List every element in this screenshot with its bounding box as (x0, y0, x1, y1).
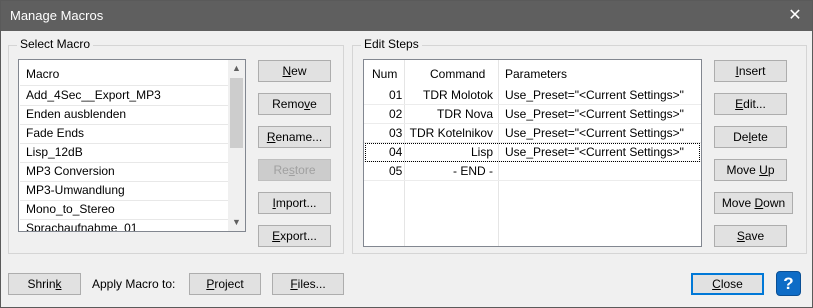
move-down-button[interactable]: Move Down (714, 192, 793, 214)
rename-button[interactable]: Rename... (258, 126, 331, 148)
list-item[interactable]: Add_4Sec__Export_MP3 (26, 86, 161, 105)
title-bar: Manage Macros ✕ (1, 1, 812, 31)
parameters-header[interactable]: Parameters (505, 65, 567, 84)
list-item[interactable]: MP3-Umwandlung (26, 181, 125, 200)
scroll-down-icon[interactable]: ▼ (228, 214, 245, 231)
manage-macros-dialog: Manage Macros ✕ Select Macro Macro Add_4… (0, 0, 813, 308)
close-button[interactable]: Close (691, 273, 764, 295)
list-item[interactable]: Mono_to_Stereo (26, 200, 115, 219)
remove-button[interactable]: Remove (258, 93, 331, 115)
step-params: Use_Preset="<Current Settings>" (505, 145, 684, 159)
scroll-up-icon[interactable]: ▲ (228, 60, 245, 77)
macro-list-scrollbar[interactable]: ▲ ▼ (228, 60, 245, 231)
command-header[interactable]: Command (430, 65, 485, 84)
step-num: 04 (389, 145, 403, 159)
row-divider (364, 180, 701, 181)
step-command: - END - (453, 164, 493, 178)
step-params: Use_Preset="<Current Settings>" (505, 88, 684, 102)
insert-button[interactable]: Insert (714, 60, 787, 82)
steps-table[interactable]: Num Command Parameters 01 TDR Molotok Us… (363, 59, 702, 247)
step-num: 02 (389, 107, 403, 121)
scrollbar-thumb[interactable] (230, 78, 243, 148)
list-item[interactable]: Enden ausblenden (26, 105, 126, 124)
help-icon[interactable]: ? (776, 271, 801, 296)
new-button[interactable]: New (258, 60, 331, 82)
export-button[interactable]: Export... (258, 225, 331, 247)
files-button[interactable]: Files... (272, 273, 344, 295)
step-command: TDR Nova (436, 107, 493, 121)
move-up-button[interactable]: Move Up (714, 159, 787, 181)
restore-button[interactable]: Restore (258, 159, 331, 181)
step-command: TDR Molotok (422, 88, 493, 102)
select-macro-legend: Select Macro (17, 37, 94, 51)
step-params: Use_Preset="<Current Settings>" (505, 107, 684, 121)
list-item[interactable]: Fade Ends (26, 124, 84, 143)
delete-button[interactable]: Delete (714, 126, 787, 148)
list-item[interactable]: MP3 Conversion (26, 162, 115, 181)
step-num: 05 (389, 164, 403, 178)
window-title: Manage Macros (10, 8, 104, 23)
edit-steps-legend: Edit Steps (361, 37, 422, 51)
step-params: Use_Preset="<Current Settings>" (505, 126, 684, 140)
edit-button[interactable]: Edit... (714, 93, 787, 115)
list-item[interactable]: Lisp_12dB (26, 143, 83, 162)
apply-macro-label: Apply Macro to: (92, 277, 176, 291)
macro-list[interactable]: Macro Add_4Sec__Export_MP3 Enden ausblen… (18, 59, 246, 232)
step-command: Lisp (470, 145, 493, 159)
list-item[interactable]: Sprachaufnahme_01 (26, 219, 137, 231)
project-button[interactable]: Project (189, 273, 261, 295)
step-num: 03 (389, 126, 403, 140)
save-button[interactable]: Save (714, 225, 787, 247)
macro-list-header: Macro (26, 67, 60, 81)
close-icon[interactable]: ✕ (778, 1, 812, 31)
num-header[interactable]: Num (372, 65, 397, 84)
shrink-button[interactable]: Shrink (8, 273, 81, 295)
step-command: TDR Kotelnikov (409, 126, 493, 140)
import-button[interactable]: Import... (258, 192, 331, 214)
step-num: 01 (389, 88, 403, 102)
